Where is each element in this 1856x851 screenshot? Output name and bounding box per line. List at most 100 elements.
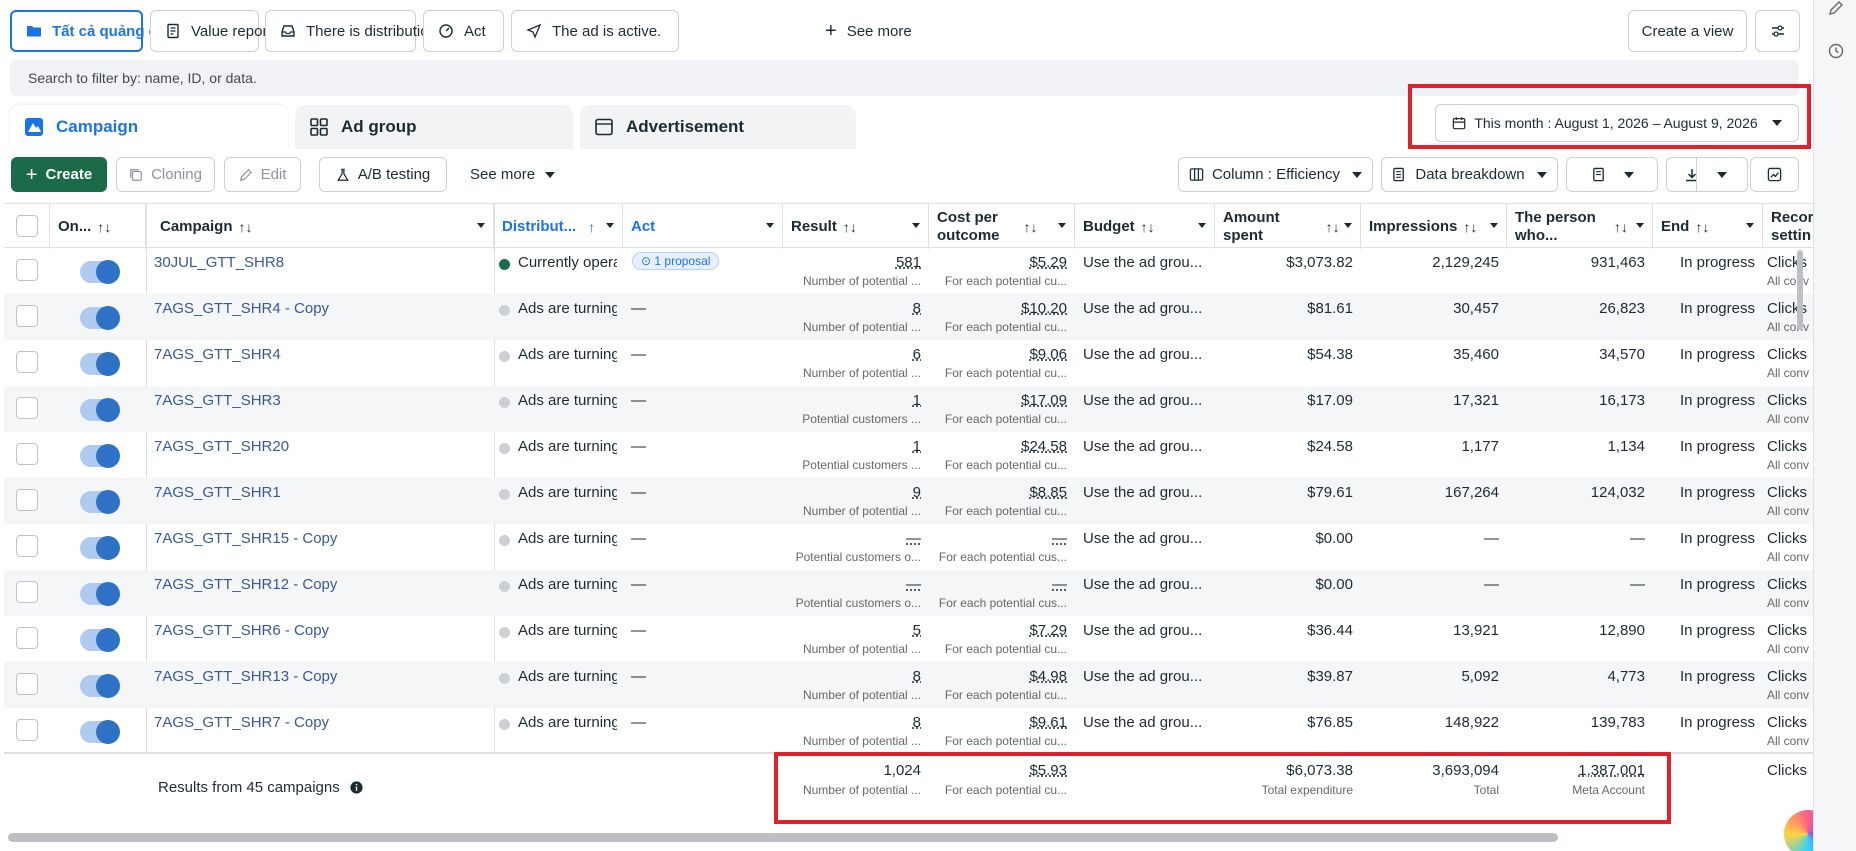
- chart-view-button[interactable]: [1750, 157, 1799, 192]
- result-value[interactable]: —: [783, 530, 921, 547]
- col-cost-per-outcome[interactable]: Cost per outcome ↑↓: [929, 204, 1075, 249]
- table-row[interactable]: 7AGS_GTT_SHR1Ads are turning off—9Number…: [4, 478, 1813, 524]
- cost-value[interactable]: $5.29: [929, 254, 1067, 271]
- see-more-actions[interactable]: See more: [470, 157, 556, 192]
- campaign-toggle[interactable]: [80, 306, 120, 330]
- sort-up-icon: ↑: [588, 218, 596, 235]
- chip-act[interactable]: Act: [423, 10, 504, 52]
- record-sub: All conv: [1767, 412, 1810, 426]
- impressions-value: —: [1484, 530, 1499, 547]
- table-row[interactable]: 7AGS_GTT_SHR13 - CopyAds are turning off…: [4, 662, 1813, 708]
- result-value[interactable]: 8: [783, 668, 921, 685]
- chip-distribution[interactable]: There is distribution: [265, 10, 437, 52]
- row-checkbox[interactable]: [16, 581, 38, 603]
- campaign-toggle[interactable]: [80, 260, 120, 284]
- columns-button[interactable]: Column : Efficiency: [1178, 157, 1373, 192]
- campaign-toggle[interactable]: [80, 490, 120, 514]
- proposal-badge[interactable]: ⊙ 1 proposal: [632, 252, 720, 270]
- tab-campaign[interactable]: Campaign: [10, 105, 288, 149]
- campaign-toggle[interactable]: [80, 720, 120, 744]
- col-campaign[interactable]: Campaign ↑↓: [146, 204, 494, 249]
- table-row[interactable]: 7AGS_GTT_SHR7 - CopyAds are turning off—…: [4, 708, 1813, 754]
- table-row[interactable]: 7AGS_GTT_SHR12 - CopyAds are turning off…: [4, 570, 1813, 616]
- cost-value[interactable]: —: [929, 530, 1067, 547]
- table-row[interactable]: 7AGS_GTT_SHR3Ads are turning off—1Potent…: [4, 386, 1813, 432]
- result-value[interactable]: —: [783, 576, 921, 593]
- cost-value[interactable]: $7.29: [929, 622, 1067, 639]
- row-checkbox[interactable]: [16, 397, 38, 419]
- cost-value[interactable]: $17.09: [929, 392, 1067, 409]
- breakdown-button[interactable]: Data breakdown: [1381, 157, 1558, 192]
- create-view-button[interactable]: Create a view: [1628, 10, 1747, 52]
- col-distribution[interactable]: Distribut... ↑: [494, 204, 623, 249]
- result-value[interactable]: 1: [783, 392, 921, 409]
- col-act[interactable]: Act: [623, 204, 783, 249]
- row-checkbox[interactable]: [16, 627, 38, 649]
- vertical-scrollbar[interactable]: [1797, 250, 1803, 330]
- create-button[interactable]: + Create: [11, 157, 107, 192]
- cost-value[interactable]: $24.58: [929, 438, 1067, 455]
- campaign-toggle[interactable]: [80, 628, 120, 652]
- row-checkbox[interactable]: [16, 305, 38, 327]
- table-row[interactable]: 7AGS_GTT_SHR4Ads are turning off—6Number…: [4, 340, 1813, 386]
- col-impressions[interactable]: Impressions ↑↓: [1361, 204, 1507, 249]
- table-row[interactable]: 7AGS_GTT_SHR4 - CopyAds are turning off—…: [4, 294, 1813, 340]
- col-amount-spent[interactable]: Amount spent ↑↓: [1215, 204, 1361, 249]
- row-checkbox[interactable]: [16, 259, 38, 281]
- campaign-toggle[interactable]: [80, 398, 120, 422]
- clock-icon[interactable]: [1828, 43, 1844, 59]
- campaign-toggle[interactable]: [80, 674, 120, 698]
- table-row[interactable]: 7AGS_GTT_SHR20Ads are turning off—1Poten…: [4, 432, 1813, 478]
- col-end[interactable]: End ↑↓: [1653, 204, 1763, 249]
- row-checkbox[interactable]: [16, 351, 38, 373]
- result-value[interactable]: 581: [783, 254, 921, 271]
- toggle-knob: [96, 260, 120, 284]
- result-value[interactable]: 8: [783, 714, 921, 731]
- campaign-toggle[interactable]: [80, 536, 120, 560]
- row-checkbox[interactable]: [16, 535, 38, 557]
- row-checkbox[interactable]: [16, 489, 38, 511]
- col-result[interactable]: Result ↑↓: [783, 204, 929, 249]
- export-dropdown[interactable]: [1696, 157, 1748, 192]
- edit-button[interactable]: Edit: [224, 157, 301, 192]
- col-on-off[interactable]: On... ↑↓: [50, 204, 146, 249]
- result-value[interactable]: 9: [783, 484, 921, 501]
- campaign-toggle[interactable]: [80, 444, 120, 468]
- result-value[interactable]: 8: [783, 300, 921, 317]
- row-checkbox[interactable]: [16, 673, 38, 695]
- record-sub: All conv: [1767, 688, 1810, 702]
- result-value[interactable]: 1: [783, 438, 921, 455]
- campaign-toggle[interactable]: [80, 582, 120, 606]
- cost-value[interactable]: $10.20: [929, 300, 1067, 317]
- col-reach[interactable]: The person who... ↑↓: [1507, 204, 1653, 249]
- ab-testing-button[interactable]: A/B testing: [319, 157, 447, 192]
- reports-dropdown[interactable]: [1566, 157, 1658, 192]
- cloning-button[interactable]: Cloning: [116, 157, 215, 192]
- table-row[interactable]: 7AGS_GTT_SHR6 - CopyAds are turning off—…: [4, 616, 1813, 662]
- chip-all-ads[interactable]: Tất cả quảng cáo: [10, 10, 175, 52]
- horizontal-scrollbar[interactable]: [8, 833, 1558, 842]
- row-checkbox[interactable]: [16, 443, 38, 465]
- tab-advertisement[interactable]: Advertisement: [580, 105, 856, 149]
- see-more-views[interactable]: + See more: [825, 10, 912, 52]
- pencil-icon[interactable]: [1828, 0, 1844, 16]
- result-value[interactable]: 5: [783, 622, 921, 639]
- view-settings-button[interactable]: [1755, 10, 1800, 52]
- table-row[interactable]: 30JUL_GTT_SHR8Currently operating⊙ 1 pro…: [4, 248, 1813, 294]
- table-row[interactable]: 7AGS_GTT_SHR15 - CopyAds are turning off…: [4, 524, 1813, 570]
- cost-value[interactable]: $8.85: [929, 484, 1067, 501]
- cost-value[interactable]: $4.98: [929, 668, 1067, 685]
- campaign-toggle[interactable]: [80, 352, 120, 376]
- row-checkbox[interactable]: [16, 719, 38, 741]
- result-value[interactable]: 6: [783, 346, 921, 363]
- col-budget[interactable]: Budget ↑↓: [1075, 204, 1215, 249]
- chip-ad-active[interactable]: The ad is active.: [511, 10, 679, 52]
- col-record-settings[interactable]: Recor settin: [1763, 204, 1813, 249]
- select-all-checkbox[interactable]: [16, 215, 38, 237]
- chip-value-report[interactable]: Value report: [150, 10, 272, 52]
- cost-value[interactable]: —: [929, 576, 1067, 593]
- tab-ad-group[interactable]: Ad group: [295, 105, 573, 149]
- col-label: Result: [791, 217, 837, 235]
- cost-value[interactable]: $9.61: [929, 714, 1067, 731]
- cost-value[interactable]: $9.06: [929, 346, 1067, 363]
